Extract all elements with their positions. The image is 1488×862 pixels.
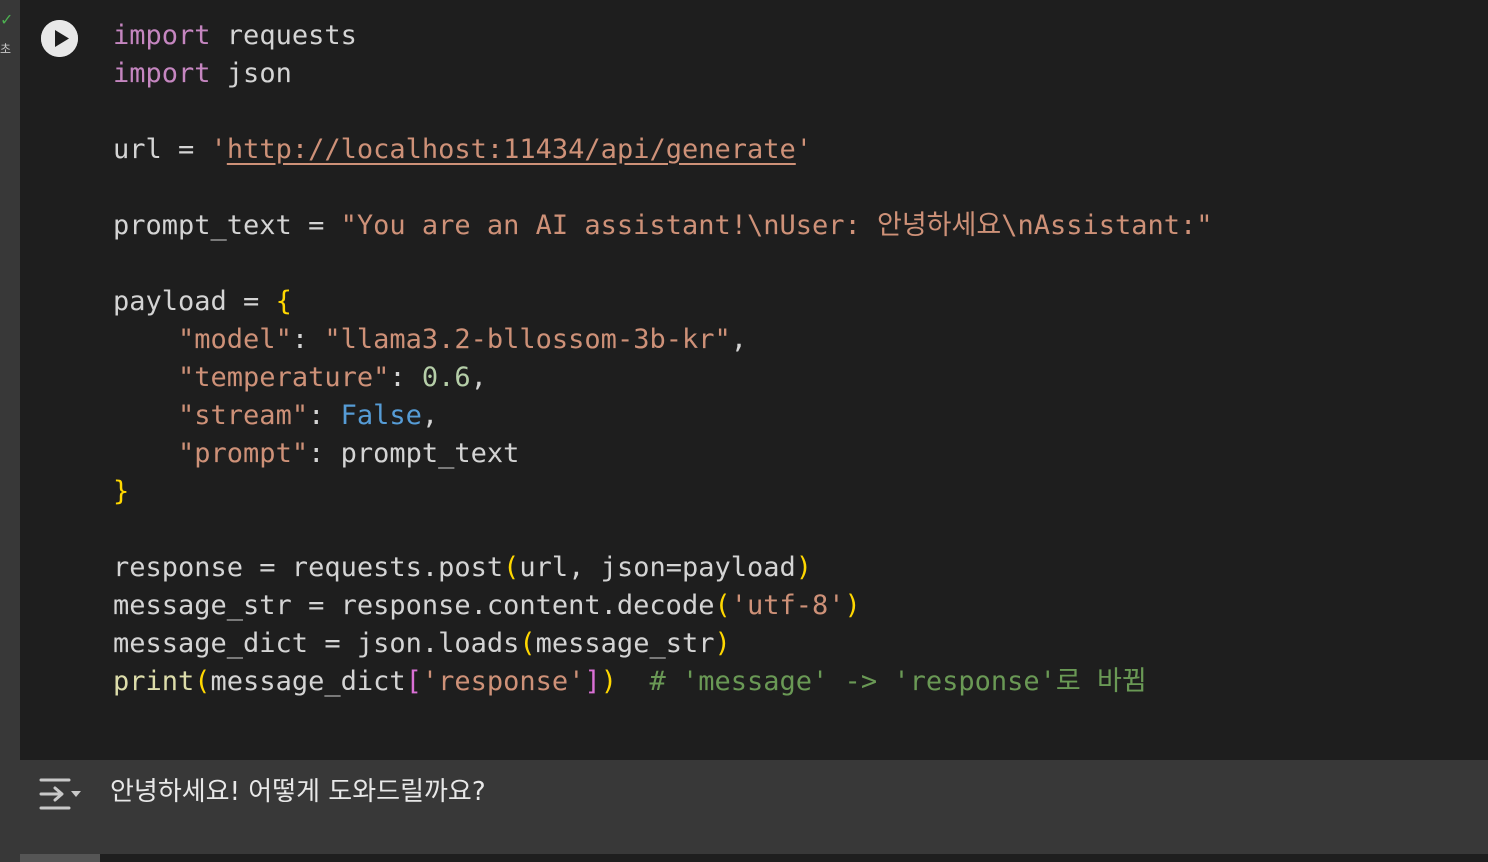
code-text: url = (113, 134, 211, 165)
code-line: } (113, 473, 1213, 511)
code-text: prompt_text (340, 438, 520, 469)
code-line: prompt_text = "You are an AI assistant!\… (113, 207, 1213, 245)
code-comment: # 'message' -> 'response'로 바뀜 (616, 666, 1147, 697)
code-text: , (470, 362, 487, 393)
code-line: import json (113, 55, 1213, 93)
dict-key: "model" (178, 324, 292, 355)
output-toggle-icon[interactable] (39, 776, 85, 812)
bracket: } (113, 476, 130, 507)
bracket: { (275, 286, 292, 317)
code-text: , (730, 324, 747, 355)
code-line: "prompt": prompt_text (113, 435, 1213, 473)
cell-output: 안녕하세요! 어떻게 도와드릴까요? (20, 760, 1488, 854)
output-text: 안녕하세요! 어떻게 도와드릴까요? (110, 777, 486, 807)
code-text: : (308, 400, 341, 431)
bracket: ) (844, 590, 861, 621)
run-cell-button[interactable] (41, 20, 78, 57)
code-text: url, json=payload (519, 552, 796, 583)
play-icon (41, 20, 78, 57)
keyword: import (113, 20, 211, 51)
bracket: ( (519, 628, 536, 659)
bracket: ) (795, 552, 813, 583)
code-text: requests (210, 20, 357, 51)
code-line: message_str = response.content.decode('u… (113, 587, 1213, 625)
bracket: ( (194, 666, 211, 697)
code-line: response = requests.post(url, json=paylo… (113, 549, 1213, 587)
code-editor[interactable]: import requests import json url = 'http://… (113, 17, 1213, 701)
bracket: ) (600, 666, 617, 697)
code-text: response = requests.post (113, 552, 504, 583)
bottom-bar (20, 854, 1488, 862)
code-text: , (421, 400, 439, 431)
bracket: ] (584, 666, 601, 697)
bracket: ) (714, 628, 731, 659)
code-line: "stream": False, (113, 397, 1213, 435)
function-name: print (113, 666, 195, 697)
code-text: message_dict (210, 666, 406, 697)
dict-key: "prompt" (178, 438, 309, 469)
url-link[interactable]: http://localhost:11434/api/generate (227, 134, 796, 165)
code-text: : (291, 324, 325, 355)
string-literal: 'response' (421, 666, 585, 697)
keyword: import (113, 58, 211, 89)
code-line: "model": "llama3.2-bllossom-3b-kr", (113, 321, 1213, 359)
string-literal: "llama3.2-bllossom-3b-kr" (324, 324, 731, 355)
bracket: [ (405, 666, 422, 697)
execution-time: 초 (0, 42, 12, 56)
code-text: : (308, 438, 341, 469)
code-text: prompt_text = (113, 210, 341, 241)
code-line: import requests (113, 17, 1213, 55)
check-icon: ✓ (0, 10, 14, 29)
code-text: payload = (113, 286, 276, 317)
code-line: message_dict = json.loads(message_str) (113, 625, 1213, 663)
string-literal: 'utf-8' (730, 590, 845, 621)
number-literal: 0.6 (421, 362, 471, 393)
bracket: ( (714, 590, 731, 621)
code-line: "temperature": 0.6, (113, 359, 1213, 397)
bracket: ( (503, 552, 520, 583)
code-text: message_dict = json.loads (113, 628, 520, 659)
scroll-indicator[interactable] (20, 854, 100, 862)
code-text: message_str (535, 628, 715, 659)
dict-key: "stream" (178, 400, 309, 431)
string-quote: ' (210, 134, 227, 165)
code-text: json (210, 58, 292, 89)
code-text: : (389, 362, 422, 393)
cell-gutter: ✓ 초 (0, 0, 20, 862)
code-line: payload = { (113, 283, 1213, 321)
dict-key: "temperature" (178, 362, 390, 393)
code-text: message_str = response.content.decode (113, 590, 715, 621)
string-quote: ' (795, 134, 813, 165)
code-line: print(message_dict['response']) # 'messa… (113, 663, 1213, 701)
code-line: url = 'http://localhost:11434/api/genera… (113, 131, 1213, 169)
string-literal: "You are an AI assistant!\nUser: 안녕하세요\n… (340, 210, 1213, 241)
boolean-literal: False (340, 400, 422, 431)
